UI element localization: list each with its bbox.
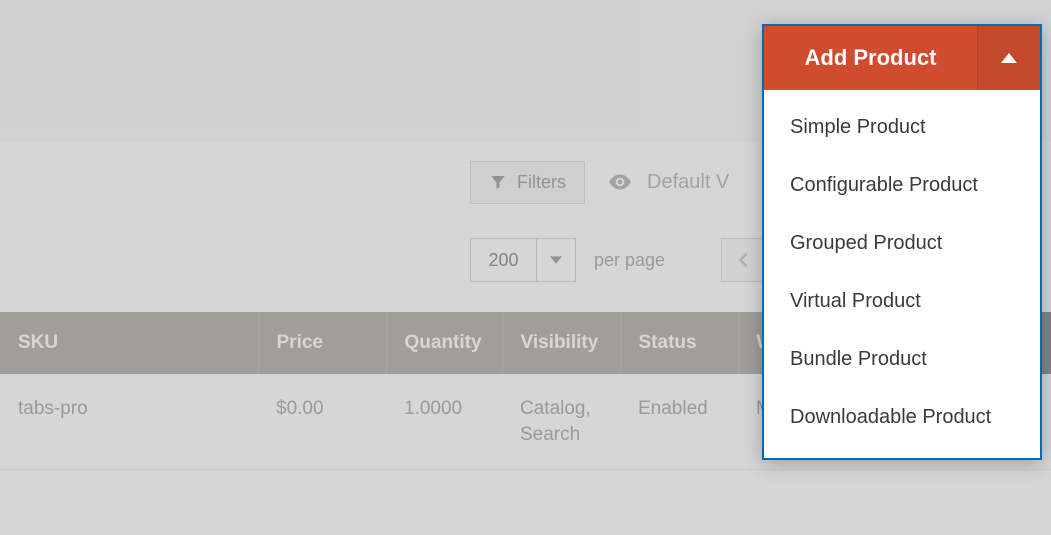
page-size-value: 200 <box>471 239 537 281</box>
chevron-left-icon <box>736 253 750 267</box>
grid-controls-inner: Filters Default V <box>470 161 729 204</box>
default-view-toggle[interactable]: Default V <box>607 169 729 195</box>
page-size-select[interactable]: 200 <box>470 238 576 282</box>
col-header-sku[interactable]: SKU <box>0 312 258 374</box>
add-product-label: Add Product <box>805 45 937 71</box>
col-header-status[interactable]: Status <box>620 312 738 374</box>
per-page-label: per page <box>594 250 665 271</box>
menu-item-grouped-product[interactable]: Grouped Product <box>764 214 1040 272</box>
cell-visibility: Catalog, Search <box>502 374 620 470</box>
page-size-caret[interactable] <box>537 239 575 281</box>
pager-prev-button[interactable] <box>721 238 765 282</box>
menu-item-virtual-product[interactable]: Virtual Product <box>764 272 1040 330</box>
filters-label: Filters <box>517 172 566 193</box>
cell-price: $0.00 <box>258 374 386 470</box>
cell-sku: tabs-pro <box>0 374 258 470</box>
add-product-toggle[interactable] <box>978 26 1040 90</box>
menu-item-configurable-product[interactable]: Configurable Product <box>764 156 1040 214</box>
menu-item-downloadable-product[interactable]: Downloadable Product <box>764 388 1040 446</box>
add-product-split-button: Add Product <box>764 26 1040 90</box>
filters-button[interactable]: Filters <box>470 161 585 204</box>
triangle-up-icon <box>1001 53 1017 63</box>
cell-quantity: 1.0000 <box>386 374 502 470</box>
col-header-visibility[interactable]: Visibility <box>502 312 620 374</box>
col-header-price[interactable]: Price <box>258 312 386 374</box>
caret-down-icon <box>550 254 562 266</box>
add-product-menu: Simple Product Configurable Product Grou… <box>764 90 1040 458</box>
funnel-icon <box>489 173 507 191</box>
eye-icon <box>607 169 633 195</box>
pager-inner: 200 per page <box>470 238 765 282</box>
cell-status: Enabled <box>620 374 738 470</box>
add-product-dropdown: Add Product Simple Product Configurable … <box>762 24 1042 460</box>
menu-item-simple-product[interactable]: Simple Product <box>764 98 1040 156</box>
default-view-label: Default V <box>647 171 729 194</box>
col-header-quantity[interactable]: Quantity <box>386 312 502 374</box>
add-product-button[interactable]: Add Product <box>764 26 978 90</box>
menu-item-bundle-product[interactable]: Bundle Product <box>764 330 1040 388</box>
